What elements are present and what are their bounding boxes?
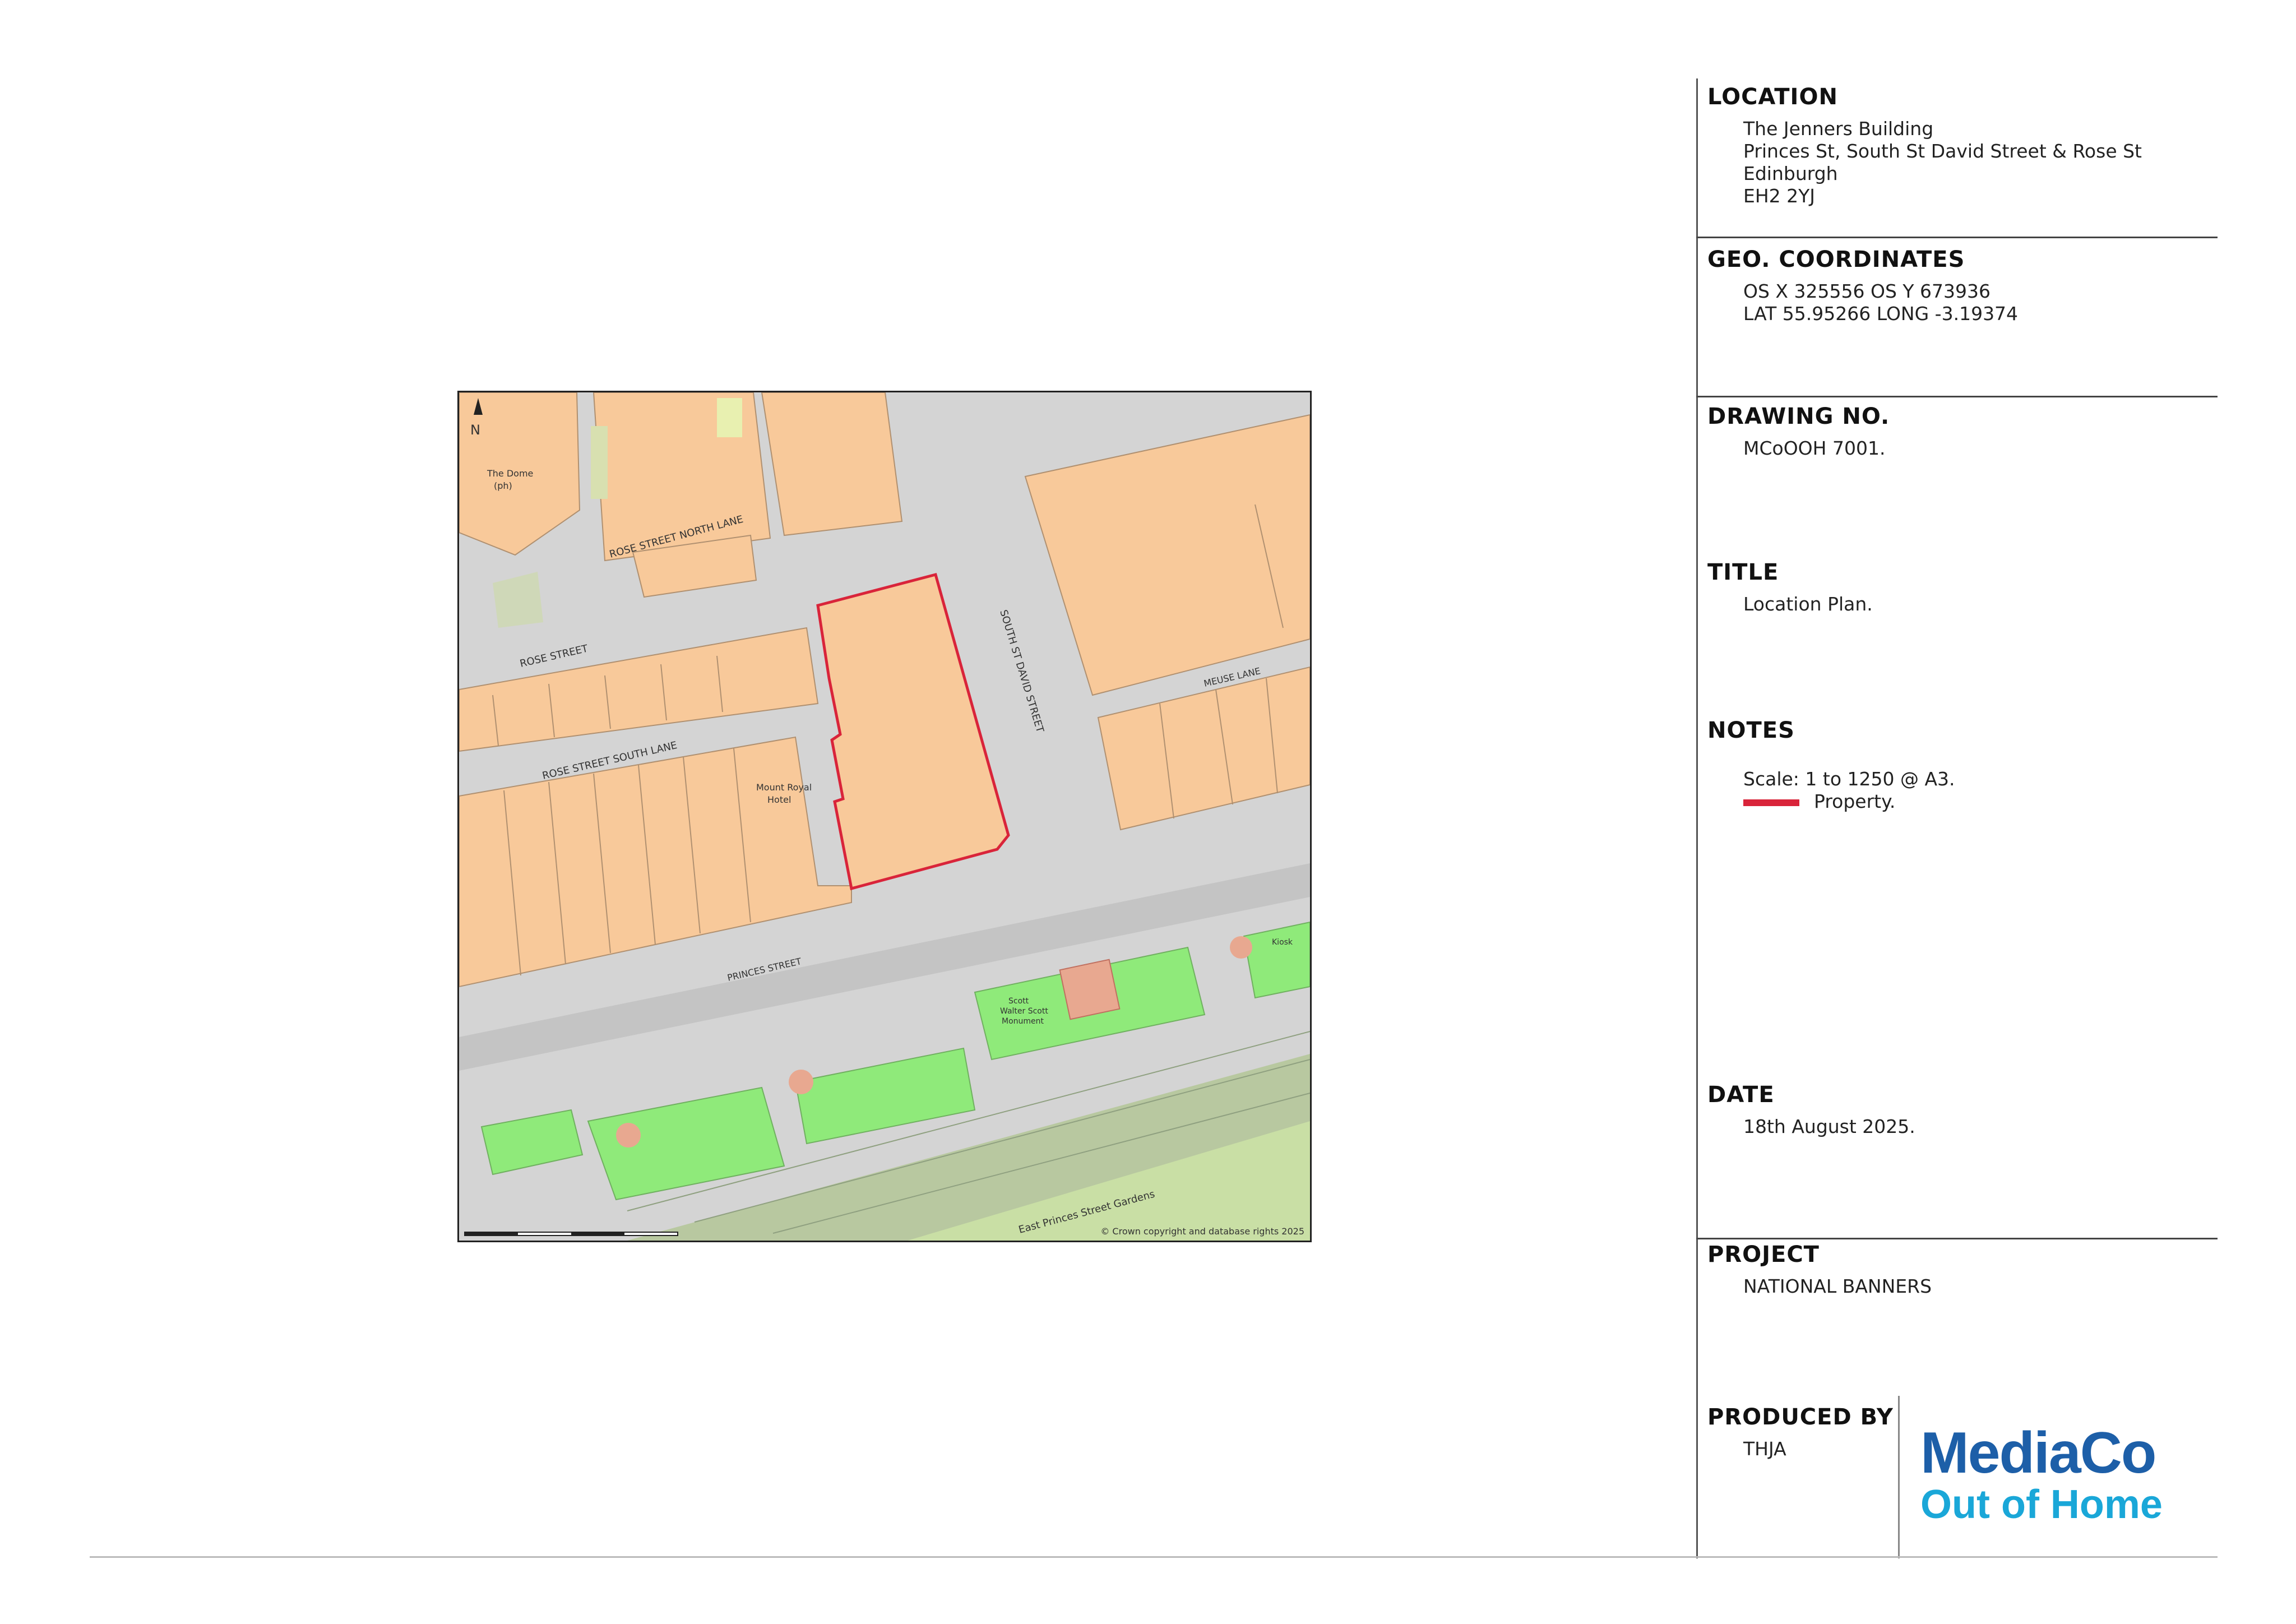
location-line: The Jenners Building — [1743, 118, 1934, 140]
geo-coordinates-section: GEO. COORDINATES OS X 325556 OS Y 673936… — [1707, 247, 2018, 325]
fountain — [789, 1070, 813, 1094]
location-lines: The Jenners Building Princes St, South S… — [1743, 118, 2142, 207]
legend-swatch — [1743, 799, 1799, 806]
geo-heading: GEO. COORDINATES — [1707, 247, 1965, 272]
title-block-border — [1696, 78, 1698, 1558]
green-strip — [591, 426, 608, 499]
place-label-monument: Scott — [1008, 997, 1029, 1006]
geo-line: LAT 55.95266 LONG -3.19374 — [1743, 303, 2019, 325]
project-section: PROJECT NATIONAL BANNERS — [1707, 1242, 1932, 1298]
title-section: TITLE Location Plan. — [1707, 559, 1873, 616]
place-label-monument-line2: Walter Scott — [1000, 1007, 1048, 1016]
notes-body: Scale: 1 to 1250 @ A3. Property. — [1743, 768, 1955, 813]
title-value: Location Plan. — [1743, 593, 1873, 615]
green-strip — [717, 398, 742, 437]
location-map: N ROSE STREET NORTH LANE ROSE STREET ROS… — [457, 391, 1312, 1242]
drawing-section: DRAWING NO. MCoOOH 7001. — [1707, 404, 1890, 460]
legend-item: Property. — [1743, 790, 1955, 813]
monument-footprint — [1059, 959, 1121, 1020]
location-heading: LOCATION — [1707, 84, 1838, 110]
date-section: DATE 18th August 2025. — [1707, 1082, 1915, 1138]
geo-lines: OS X 325556 OS Y 673936 LAT 55.95266 LON… — [1743, 280, 2018, 325]
logo-divider — [1898, 1396, 1900, 1558]
logo-line2: Out of Home — [1920, 1482, 2163, 1527]
produced-by-section: PRODUCED BY THJA — [1707, 1404, 1894, 1460]
fountain — [1230, 936, 1252, 959]
notes-heading: NOTES — [1707, 718, 1795, 743]
place-label-the-dome: The Dome — [487, 468, 533, 479]
notes-scale: Scale: 1 to 1250 @ A3. — [1743, 768, 1955, 790]
drawing-number: MCoOOH 7001. — [1743, 437, 1886, 459]
notes-section: NOTES Scale: 1 to 1250 @ A3. Property. — [1707, 718, 1955, 813]
building-block — [761, 392, 903, 536]
garden-lawn — [1243, 921, 1310, 999]
place-label-hotel: Mount Royal — [756, 782, 812, 793]
location-line: EH2 2YJ — [1743, 185, 1816, 207]
logo-line1: MediaCo — [1920, 1421, 2156, 1486]
drawing-heading: DRAWING NO. — [1707, 404, 1890, 429]
place-label-kiosk: Kiosk — [1272, 938, 1293, 947]
geo-line: OS X 325556 OS Y 673936 — [1743, 280, 1991, 302]
map-copyright: © Crown copyright and database rights 20… — [1100, 1226, 1304, 1237]
produced-by-value: THJA — [1743, 1438, 1786, 1460]
fountain — [616, 1123, 641, 1148]
footer-rule — [90, 1556, 2218, 1558]
place-label-monument-line3: Monument — [1002, 1017, 1044, 1026]
scale-bar — [464, 1232, 678, 1236]
project-heading: PROJECT — [1707, 1242, 1820, 1267]
project-value: NATIONAL BANNERS — [1743, 1275, 1932, 1297]
produced-by-heading: PRODUCED BY — [1707, 1404, 1894, 1430]
mediaco-logo: MediaCo Out of Home — [1920, 1424, 2201, 1527]
location-line: Edinburgh — [1743, 163, 1838, 184]
location-line: Princes St, South St David Street & Rose… — [1743, 140, 2142, 162]
north-label: N — [470, 422, 480, 438]
map-canvas: N ROSE STREET NORTH LANE ROSE STREET ROS… — [459, 392, 1310, 1241]
title-heading: TITLE — [1707, 559, 1779, 585]
date-value: 18th August 2025. — [1743, 1116, 1915, 1137]
place-label-the-dome-sub: (ph) — [494, 480, 512, 491]
section-divider — [1696, 1238, 2218, 1239]
section-divider — [1696, 237, 2218, 238]
legend-label: Property. — [1814, 790, 1896, 812]
date-heading: DATE — [1707, 1082, 1775, 1108]
location-section: LOCATION The Jenners Building Princes St… — [1707, 84, 2142, 207]
section-divider — [1696, 396, 2218, 397]
place-label-hotel-sub: Hotel — [767, 794, 791, 805]
